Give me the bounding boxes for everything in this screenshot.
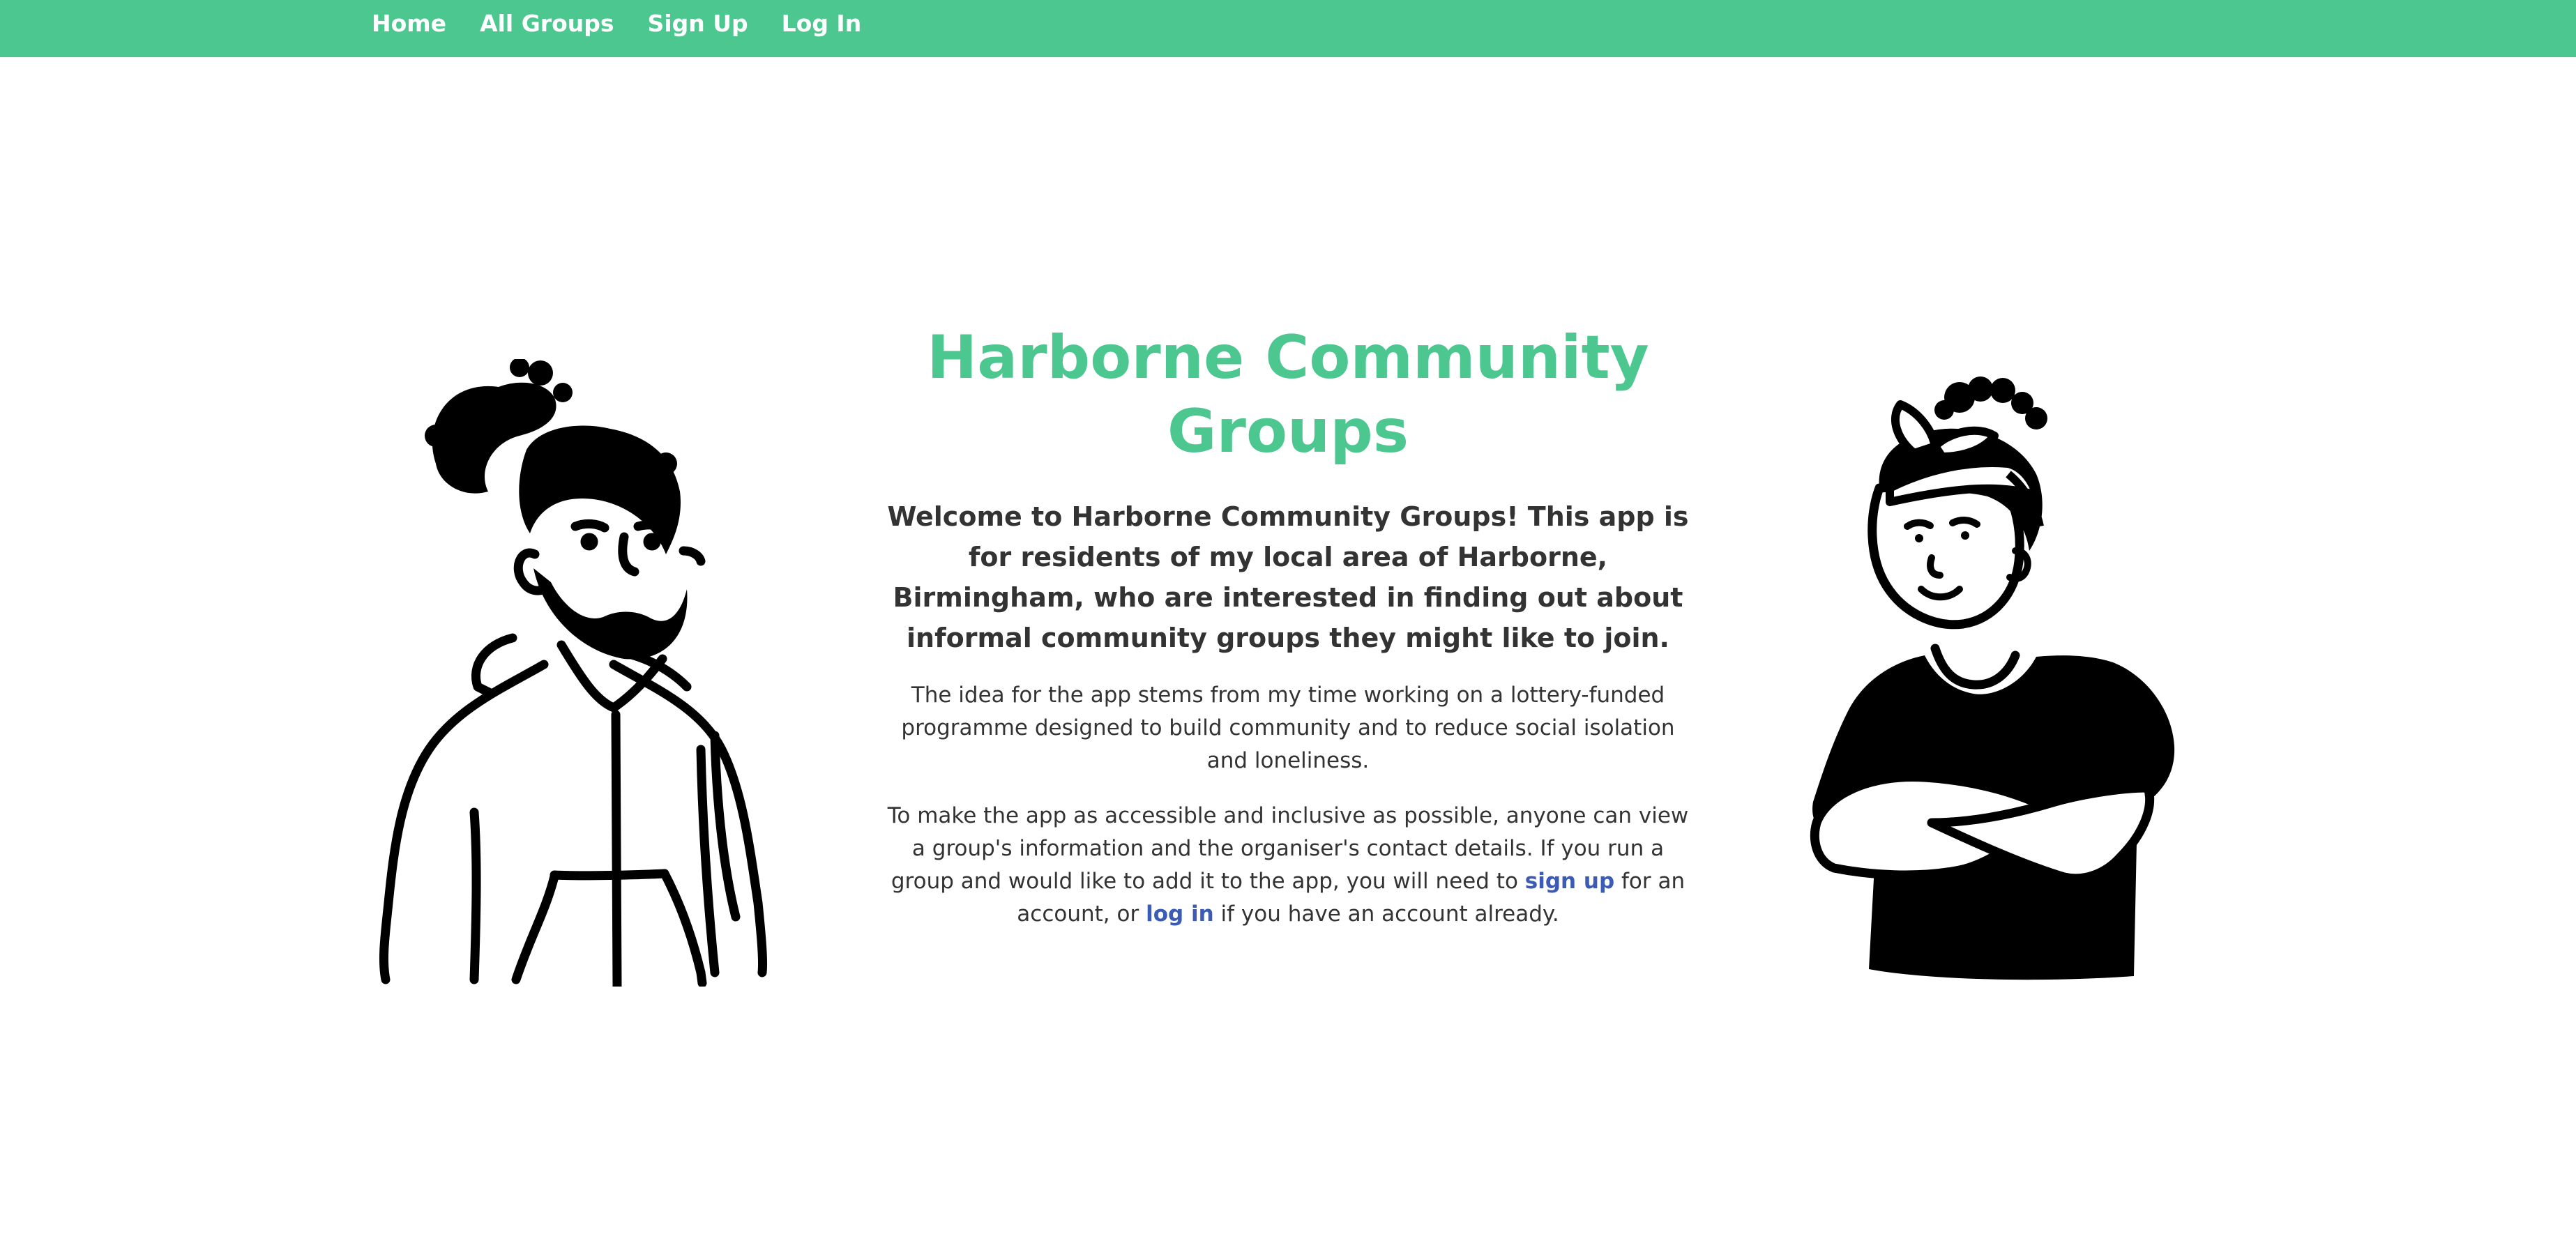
man-illustration bbox=[379, 359, 768, 987]
access-text-end: if you have an account already. bbox=[1213, 901, 1559, 927]
main-content: Harborne Community Groups Welcome to Har… bbox=[880, 321, 1696, 931]
welcome-lead: Welcome to Harborne Community Groups! Th… bbox=[887, 501, 1689, 653]
nav-all-groups-link[interactable]: All Groups bbox=[480, 10, 614, 37]
sign-up-link[interactable]: sign up bbox=[1525, 869, 1614, 894]
nav-links: Home All Groups Sign Up Log In bbox=[372, 0, 861, 46]
nav-log-in-link[interactable]: Log In bbox=[782, 10, 862, 37]
nav-home-link[interactable]: Home bbox=[372, 10, 446, 37]
log-in-link[interactable]: log in bbox=[1146, 901, 1214, 927]
nav-sign-up-link[interactable]: Sign Up bbox=[648, 10, 748, 37]
page-title: Harborne Community Groups bbox=[927, 323, 1649, 466]
access-paragraph: To make the app as accessible and inclus… bbox=[880, 800, 1696, 931]
top-navbar: Home All Groups Sign Up Log In bbox=[0, 0, 2576, 57]
woman-illustration bbox=[1810, 376, 2175, 980]
intro-paragraph: The idea for the app stems from my time … bbox=[901, 683, 1675, 773]
